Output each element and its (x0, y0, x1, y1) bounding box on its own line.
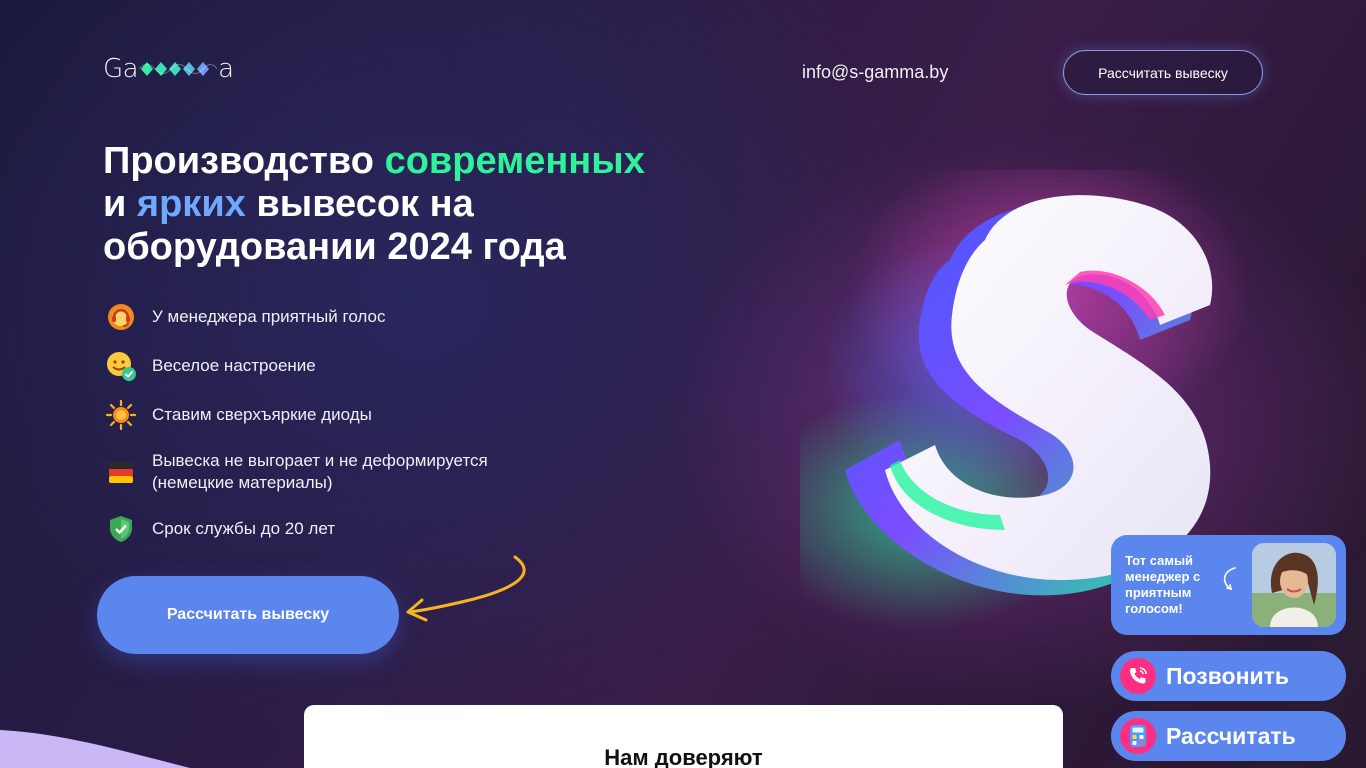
feature-item: Вывеска не выгорает и не деформируется (… (104, 450, 488, 494)
curved-arrow-icon (1223, 567, 1236, 591)
feature-text: Ставим сверхъяркие диоды (152, 405, 372, 424)
feature-text-line2: (немецкие материалы) (152, 473, 333, 492)
hero-headline: Производство современных и ярких вывесок… (103, 140, 743, 269)
feature-text: Вывеска не выгорает и не деформируется (… (152, 450, 488, 494)
logo[interactable]: Ga a (103, 54, 234, 84)
trust-section: Нам доверяют (304, 705, 1063, 768)
hero-calculate-button[interactable]: Рассчитать вывеску (97, 576, 399, 654)
arrow-icon (406, 555, 526, 622)
headline-part4: оборудовании 2024 года (103, 226, 566, 268)
headline-part3: вывесок на (245, 183, 474, 225)
sun-icon (104, 398, 138, 432)
smiley-check-icon (104, 349, 138, 383)
feature-text: У менеджера приятный голос (152, 307, 386, 326)
manager-text: Тот самый менеджер с приятным голосом! (1125, 553, 1201, 616)
call-button-label: Позвонить (1166, 662, 1290, 689)
call-button[interactable]: Позвонить (1111, 651, 1346, 701)
manager-card[interactable]: Тот самый менеджер с приятным голосом! (1111, 535, 1346, 635)
headline-part2: и (103, 183, 137, 225)
feature-item: Веселое настроение (104, 349, 316, 383)
decorative-wedge (0, 730, 190, 768)
logo-text-prefix: Ga (103, 54, 139, 84)
germany-flag-icon (104, 455, 138, 489)
shield-check-icon (104, 512, 138, 546)
headline-accent-blue: ярких (136, 183, 246, 225)
manager-avatar (1252, 543, 1336, 627)
calculate-side-button-label: Рассчитать (1166, 722, 1296, 749)
header-calculate-button[interactable]: Рассчитать вывеску (1063, 50, 1263, 95)
calculator-icon (1120, 718, 1156, 754)
feature-item: Срок службы до 20 лет (104, 512, 335, 546)
feature-text: Срок службы до 20 лет (152, 519, 336, 538)
phone-icon (1120, 658, 1156, 694)
feature-item: У менеджера приятный голос (104, 300, 385, 334)
feature-text-line1: Вывеска не выгорает и не деформируется (152, 451, 488, 470)
trust-title: Нам доверяют (604, 745, 763, 768)
logo-text-suffix: a (218, 54, 234, 84)
headline-part1: Производство (103, 140, 385, 182)
feature-text: Веселое настроение (152, 356, 316, 375)
logo-wave-icon (139, 62, 218, 76)
headline-accent-green: современных (384, 140, 645, 182)
header-email-link[interactable]: info@s-gamma.by (802, 62, 948, 83)
headset-icon (104, 300, 138, 334)
feature-item: Ставим сверхъяркие диоды (104, 398, 372, 432)
calculate-side-button[interactable]: Рассчитать (1111, 711, 1346, 761)
